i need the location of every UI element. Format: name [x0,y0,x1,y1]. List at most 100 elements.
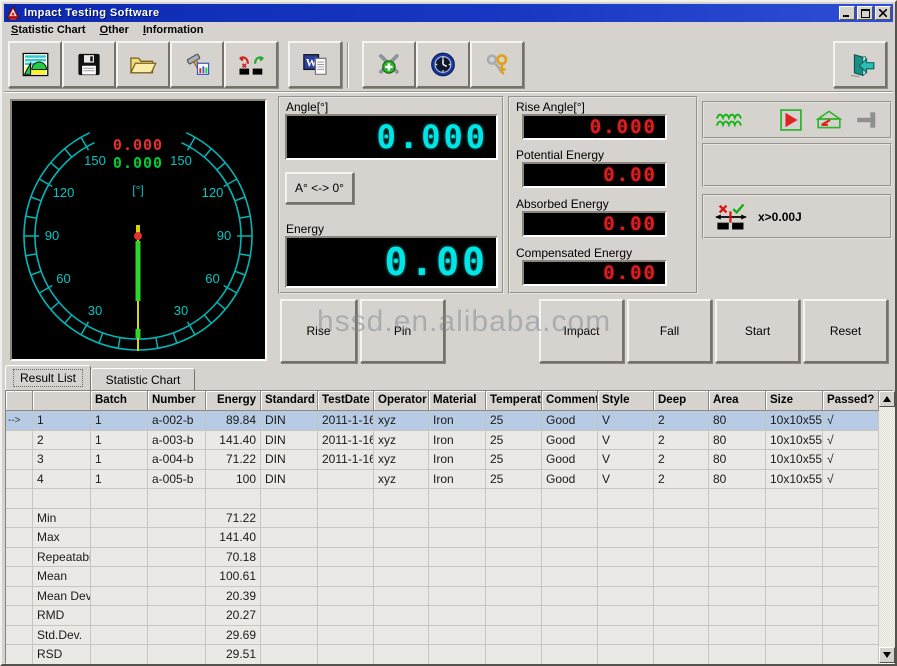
column-header[interactable]: Area [709,391,766,411]
table-cell[interactable] [766,509,823,529]
table-cell[interactable]: a-002-b [148,411,206,431]
table-cell[interactable] [6,626,33,646]
minimize-button[interactable] [839,6,855,20]
column-header[interactable]: Standard [261,391,318,411]
table-cell[interactable] [766,567,823,587]
table-cell[interactable]: Iron [429,411,486,431]
pin-button[interactable]: Pin [360,299,445,363]
table-cell[interactable] [654,606,709,626]
maximize-button[interactable] [857,6,873,20]
table-cell[interactable]: a-003-b [148,431,206,451]
table-cell[interactable]: Min [33,509,91,529]
table-cell[interactable] [823,626,879,646]
table-cell[interactable] [374,548,429,568]
table-cell[interactable] [542,606,598,626]
table-cell[interactable]: V [598,431,654,451]
table-cell[interactable] [429,489,486,509]
table-cell[interactable]: 2 [33,431,91,451]
table-cell[interactable] [6,528,33,548]
table-cell[interactable] [486,645,542,665]
table-cell[interactable] [374,567,429,587]
table-cell[interactable] [91,626,148,646]
table-cell[interactable] [766,606,823,626]
table-cell[interactable]: 20.27 [206,606,261,626]
table-row[interactable]: 41a-005-b100DINxyzIron25GoodV28010x10x55… [6,470,879,490]
table-cell[interactable] [374,626,429,646]
table-cell[interactable]: 71.22 [206,509,261,529]
open-button[interactable] [116,41,170,88]
table-cell[interactable] [654,587,709,607]
scroll-down-button[interactable] [879,647,895,663]
table-cell[interactable] [261,509,318,529]
table-cell[interactable] [261,645,318,665]
table-cell[interactable] [486,528,542,548]
table-cell[interactable] [654,567,709,587]
column-header[interactable]: Energy [206,391,261,411]
table-cell[interactable] [709,587,766,607]
table-cell[interactable]: 29.51 [206,645,261,665]
table-cell[interactable] [6,431,33,451]
table-cell[interactable] [486,509,542,529]
table-cell[interactable]: xyz [374,411,429,431]
table-cell[interactable]: 71.22 [206,450,261,470]
table-cell[interactable]: 2011-1-16 [318,431,374,451]
table-cell[interactable] [598,528,654,548]
table-cell[interactable] [6,489,33,509]
table-cell[interactable] [261,528,318,548]
table-cell[interactable] [206,489,261,509]
table-cell[interactable] [148,528,206,548]
table-cell[interactable] [486,489,542,509]
table-cell[interactable] [6,645,33,665]
table-cell[interactable]: Repeatabili [33,548,91,568]
table-row[interactable]: Mean Dev.20.39 [6,587,879,607]
table-cell[interactable]: 1 [91,411,148,431]
table-cell[interactable] [318,567,374,587]
table-row[interactable]: 21a-003-b141.40DIN2011-1-16xyzIron25Good… [6,431,879,451]
table-cell[interactable]: a-005-b [148,470,206,490]
table-cell[interactable]: 80 [709,411,766,431]
table-cell[interactable] [542,567,598,587]
table-cell[interactable]: 80 [709,470,766,490]
table-cell[interactable] [823,489,879,509]
table-cell[interactable]: Max [33,528,91,548]
table-cell[interactable] [318,645,374,665]
column-header[interactable] [6,391,33,411]
table-cell[interactable]: 3 [33,450,91,470]
table-cell[interactable] [318,509,374,529]
table-cell[interactable] [261,548,318,568]
column-header[interactable] [33,391,91,411]
table-cell[interactable]: 10x10x55 [766,450,823,470]
table-cell[interactable] [6,509,33,529]
table-cell[interactable]: DIN [261,431,318,451]
table-cell[interactable] [598,587,654,607]
table-cell[interactable]: 2011-1-16 [318,450,374,470]
table-cell[interactable] [91,509,148,529]
table-cell[interactable]: Iron [429,470,486,490]
column-header[interactable]: Passed? [823,391,879,411]
table-cell[interactable]: 1 [33,411,91,431]
fall-button[interactable]: Fall [627,299,712,363]
table-cell[interactable] [766,626,823,646]
table-cell[interactable]: 2 [654,450,709,470]
table-cell[interactable]: 2 [654,411,709,431]
table-cell[interactable] [91,606,148,626]
table-cell[interactable]: DIN [261,450,318,470]
menu-other[interactable]: Other [93,22,136,37]
table-cell[interactable] [429,606,486,626]
table-cell[interactable] [654,489,709,509]
table-cell[interactable] [709,606,766,626]
table-cell[interactable] [429,548,486,568]
table-cell[interactable] [542,587,598,607]
table-cell[interactable]: 141.40 [206,528,261,548]
report-button[interactable] [8,41,62,88]
table-cell[interactable]: √ [823,450,879,470]
exit-button[interactable] [833,41,887,88]
column-header[interactable]: Size [766,391,823,411]
table-cell[interactable]: 1 [91,450,148,470]
table-cell[interactable] [654,528,709,548]
table-cell[interactable] [429,509,486,529]
table-cell[interactable]: Mean [33,567,91,587]
column-header[interactable]: Temperat [486,391,542,411]
table-cell[interactable] [823,587,879,607]
table-cell[interactable] [318,626,374,646]
